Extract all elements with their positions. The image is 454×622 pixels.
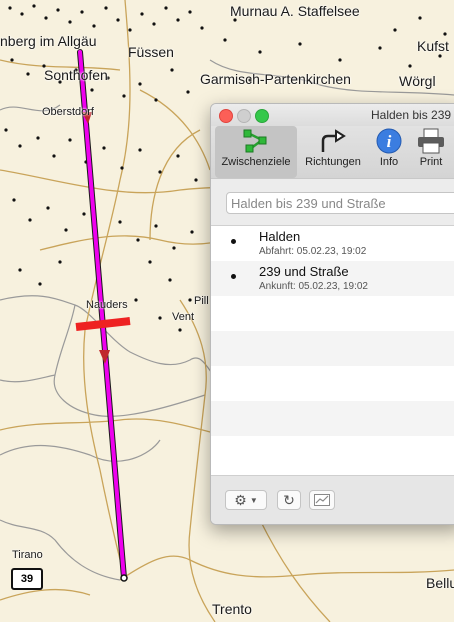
place-label: Oberstdorf: [42, 106, 94, 118]
empty-row: [211, 401, 454, 436]
refresh-icon: ↻: [283, 492, 295, 508]
window-titlebar[interactable]: Halden bis 239: [211, 104, 454, 126]
empty-row: [211, 436, 454, 471]
tab-directions[interactable]: Richtungen: [300, 126, 366, 178]
waypoint-row[interactable]: Halden Abfahrt: 05.02.23, 19:02: [211, 226, 454, 261]
place-label: Trento: [212, 601, 252, 617]
waypoint-name: 239 und Straße: [259, 264, 349, 279]
printer-icon: [409, 126, 453, 156]
turn-arrow-icon: [300, 126, 366, 156]
place-label: Pill: [194, 295, 209, 307]
tab-waypoints[interactable]: Zwischenziele: [215, 126, 297, 178]
bottom-bar: ⚙ ▼ ↻: [211, 475, 454, 524]
place-label: Vent: [172, 311, 195, 323]
waypoint-bullet: [231, 274, 236, 279]
minimize-button[interactable]: [237, 109, 251, 123]
refresh-button[interactable]: ↻: [277, 490, 301, 510]
tab-print-label: Print: [419, 156, 443, 168]
info-icon: i: [369, 126, 409, 156]
tab-print[interactable]: Print: [409, 126, 453, 178]
place-label: Wörgl: [399, 73, 436, 89]
elevation-profile-button[interactable]: [309, 490, 335, 510]
waypoints-icon: [215, 126, 297, 156]
empty-row: [211, 366, 454, 401]
elevation-profile-icon: [314, 494, 330, 506]
zoom-button[interactable]: [255, 109, 269, 123]
empty-row: [211, 331, 454, 366]
tab-info[interactable]: i Info: [369, 126, 409, 178]
gear-icon: ⚙: [234, 492, 247, 508]
waypoint-row[interactable]: 239 und Straße Ankunft: 05.02.23, 19:02: [211, 261, 454, 296]
place-label: Füssen: [128, 44, 174, 60]
tab-directions-label: Richtungen: [305, 156, 361, 168]
waypoint-name: Halden: [259, 229, 301, 244]
route-end-point[interactable]: [120, 574, 128, 582]
place-label: Kufst: [417, 38, 449, 54]
waypoint-list: Halden Abfahrt: 05.02.23, 19:02 239 und …: [211, 225, 454, 476]
waypoint-bullet: [231, 239, 236, 244]
empty-row: [211, 296, 454, 331]
place-label: Garmisch-Partenkirchen: [200, 71, 351, 87]
window-title: Halden bis 239: [371, 108, 452, 122]
close-button[interactable]: [219, 109, 233, 123]
place-label: Murnau A. Staffelsee: [230, 3, 360, 19]
place-label: Sonthofen: [44, 67, 108, 83]
svg-text:i: i: [387, 132, 392, 151]
place-label: nberg im Allgäu: [0, 33, 97, 49]
tab-waypoints-label: Zwischenziele: [221, 156, 291, 168]
toolbar: Zwischenziele Richtungen i Info Print: [211, 126, 454, 179]
route-name-field[interactable]: Halden bis 239 und Straße: [226, 192, 454, 214]
chevron-down-icon: ▼: [249, 495, 258, 505]
place-label: Bellu: [426, 575, 454, 591]
waypoint-detail: Abfahrt: 05.02.23, 19:02: [259, 246, 367, 257]
tab-info-label: Info: [379, 156, 399, 168]
waypoint-detail: Ankunft: 05.02.23, 19:02: [259, 281, 368, 292]
place-label: Tirano: [12, 549, 43, 561]
route-window: Halden bis 239 Zwischenziele Richtungen …: [210, 103, 454, 525]
settings-menu-button[interactable]: ⚙ ▼: [225, 490, 267, 510]
place-label: Nauders: [86, 299, 128, 311]
road-shield: 39: [11, 568, 43, 590]
